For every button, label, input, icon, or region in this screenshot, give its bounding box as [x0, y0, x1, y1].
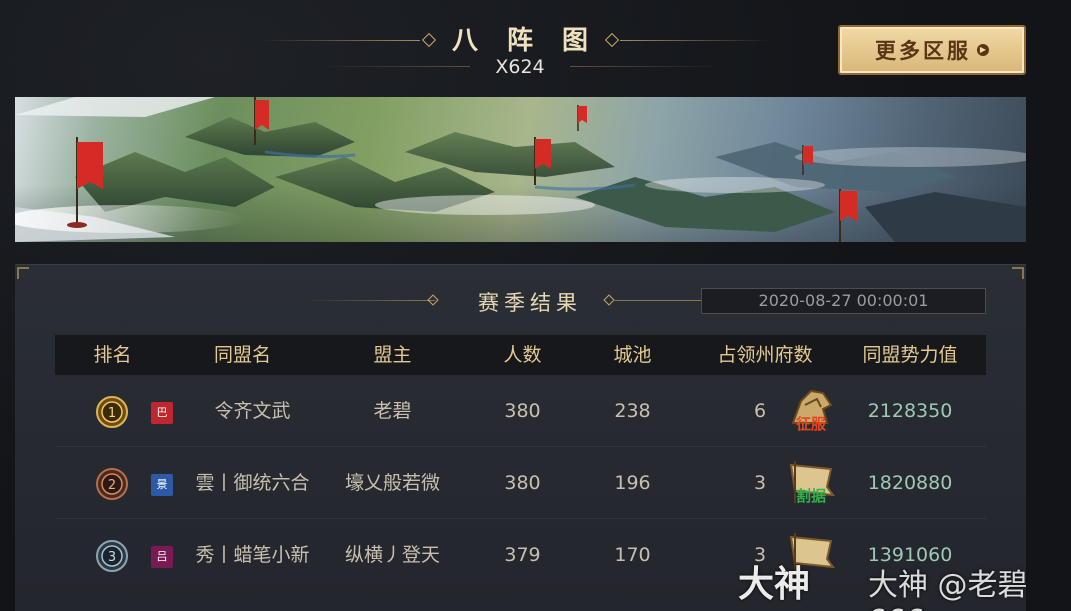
svg-text:2: 2 — [108, 478, 116, 493]
leader-name: 老碧 — [373, 400, 412, 422]
leader-name: 壕乂般若微 — [344, 472, 440, 494]
alliance-name: 令齐文武 — [214, 400, 291, 422]
member-count: 380 — [504, 472, 541, 494]
leader-name: 纵横丿登天 — [344, 544, 440, 566]
member-count: 380 — [504, 400, 541, 422]
rank-3-medal-icon: 3 — [96, 540, 128, 572]
rank-1-medal-icon: 1 — [96, 396, 128, 428]
corner-ornament — [17, 267, 29, 279]
season-title: 赛季结果 — [478, 291, 582, 315]
column-header-power: 同盟势力值 — [862, 344, 958, 366]
column-header-cities: 城池 — [613, 344, 652, 366]
diamond-ornament-icon — [421, 32, 437, 48]
member-count: 379 — [504, 544, 541, 566]
alliance-name: 雲丨御统六合 — [195, 472, 310, 494]
more-servers-label: 更多区服 — [875, 38, 971, 63]
terrain-map-illustration — [15, 97, 1026, 242]
alliance-flag-icon: 吕 — [151, 546, 173, 568]
map-flag-icon — [577, 105, 587, 131]
season-title-decoration-right — [613, 300, 701, 301]
header: 八 阵 图 X624 更多区服 ▶ — [0, 0, 1071, 90]
subtitle-decoration-left — [320, 66, 470, 67]
column-header-prefectures: 占领州府数 — [717, 344, 813, 366]
column-header-alliance: 同盟名 — [213, 344, 271, 366]
arrow-right-icon: ▶ — [977, 44, 989, 56]
alliance-power: 2128350 — [867, 400, 953, 422]
status-label: 征服 — [795, 415, 826, 433]
alliance-flag-icon: 巴 — [151, 402, 173, 424]
watermark-logo: 大神 — [738, 564, 811, 605]
alliance-name: 秀丨蜡笔小新 — [195, 544, 310, 566]
svg-text:1: 1 — [108, 406, 116, 421]
prefecture-count: 3 — [753, 472, 767, 494]
alliance-power: 1820880 — [867, 472, 953, 494]
more-servers-button[interactable]: 更多区服 ▶ — [838, 25, 1026, 75]
table-row[interactable]: 2 景 雲丨御统六合 壕乂般若微 380 196 3 割据 1820880 — [55, 447, 986, 519]
server-label: X624 — [495, 56, 545, 78]
map-banner — [15, 97, 1026, 242]
rank-2-medal-icon: 2 — [96, 468, 128, 500]
page-title: 八 阵 图 — [451, 26, 599, 56]
prefecture-count: 6 — [753, 400, 767, 422]
city-count: 196 — [614, 472, 651, 494]
table-row[interactable]: 3 吕 秀丨蜡笔小新 纵横丿登天 379 170 3 1391060 — [55, 519, 986, 591]
table-row[interactable]: 1 巴 令齐文武 老碧 380 238 6 征服 2128350 — [55, 375, 986, 447]
alliance-flag-icon: 景 — [151, 474, 173, 496]
city-count: 238 — [614, 400, 651, 422]
column-header-members: 人数 — [503, 344, 542, 366]
subtitle-decoration-right — [570, 66, 720, 67]
status-label: 割据 — [795, 487, 826, 505]
column-header-leader: 盟主 — [373, 344, 412, 366]
city-count: 170 — [614, 544, 651, 566]
title-decoration-right — [620, 40, 770, 41]
season-title-decoration-left — [305, 300, 435, 301]
table-header: 排名 同盟名 盟主 人数 城池 占领州府数 同盟势力值 — [55, 335, 986, 375]
corner-ornament — [1012, 267, 1024, 279]
season-end-date: 2020-08-27 00:00:01 — [701, 288, 986, 314]
season-results-panel: 赛季结果 2020-08-27 00:00:01 排名 同盟名 盟主 人数 城池… — [15, 264, 1026, 611]
map-flag-icon — [534, 137, 551, 185]
diamond-ornament-icon — [427, 294, 439, 306]
column-header-rank: 排名 — [93, 344, 132, 366]
svg-text:3: 3 — [108, 550, 116, 565]
watermark-author: 大神 @老碧666 — [868, 568, 1028, 611]
title-decoration-left — [260, 40, 420, 41]
map-flag-icon — [839, 189, 857, 242]
